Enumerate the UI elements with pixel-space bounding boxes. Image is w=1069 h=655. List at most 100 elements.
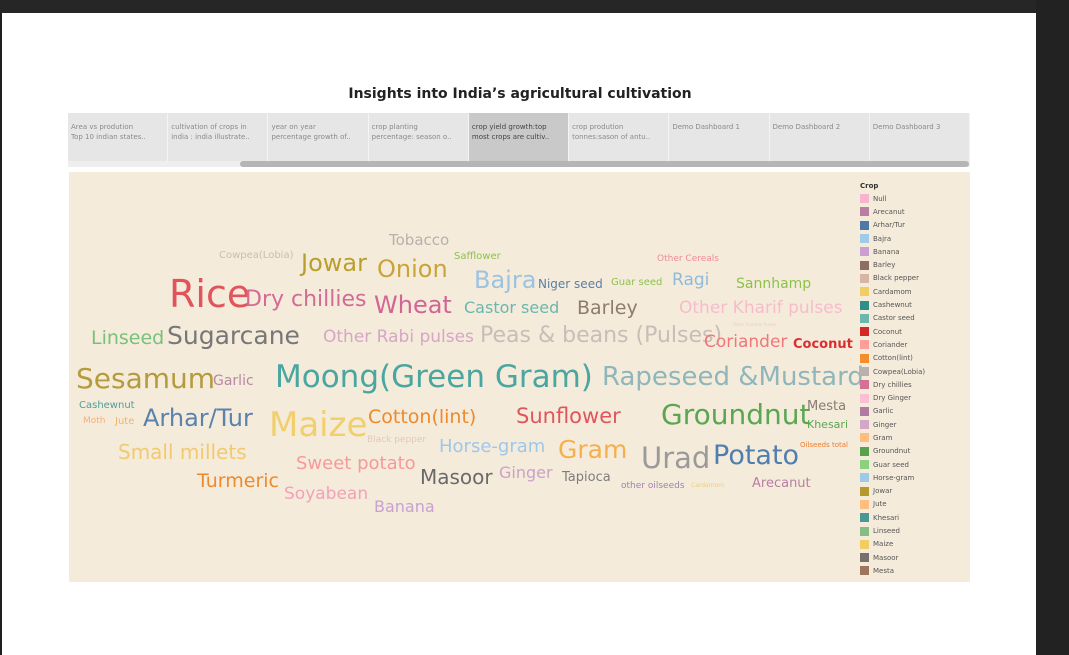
- word-banana[interactable]: Banana: [374, 499, 435, 515]
- legend-item[interactable]: Cowpea(Lobia): [860, 365, 968, 378]
- word-cashewnut[interactable]: Cashewnut: [79, 401, 135, 411]
- legend-item[interactable]: Banana: [860, 245, 968, 258]
- legend-item[interactable]: Jowar: [860, 485, 968, 498]
- word-niger-seed[interactable]: Niger seed: [538, 278, 603, 290]
- word-potato[interactable]: Potato: [713, 442, 799, 469]
- word-ragi[interactable]: Ragi: [672, 272, 709, 289]
- word-oilseeds-total[interactable]: Oilseeds total: [800, 442, 848, 449]
- word-cowpea[interactable]: Cowpea(Lobia): [219, 251, 293, 261]
- word-khesari[interactable]: Khesari: [807, 419, 848, 430]
- legend-item[interactable]: Cashewnut: [860, 298, 968, 311]
- legend-item[interactable]: Maize: [860, 538, 968, 551]
- word-gram[interactable]: Gram: [558, 437, 627, 462]
- word-rapeseed-mustard[interactable]: Rapeseed &Mustard: [602, 364, 864, 390]
- tab-demo-dashboard-3[interactable]: Demo Dashboard 3: [869, 113, 970, 163]
- legend-item[interactable]: Arecanut: [860, 205, 968, 218]
- word-ginger[interactable]: Ginger: [499, 465, 553, 481]
- word-arhar-tur[interactable]: Arhar/Tur: [143, 406, 253, 430]
- word-onion[interactable]: Onion: [377, 257, 448, 281]
- legend-item[interactable]: Coconut: [860, 325, 968, 338]
- legend-item[interactable]: Cotton(lint): [860, 352, 968, 365]
- legend-swatch: [860, 513, 869, 523]
- legend-item[interactable]: Garlic: [860, 405, 968, 418]
- tab-sublabel: tonnes:sason of antu..: [572, 133, 651, 141]
- tab-crop-yield-growth[interactable]: crop yield growth:top most crops are cult…: [468, 113, 570, 163]
- tab-demo-dashboard-1[interactable]: Demo Dashboard 1: [669, 113, 770, 163]
- tab-cultivation-of-crops[interactable]: cultivation of crops in india : india ill…: [168, 113, 269, 163]
- word-coconut[interactable]: Coconut: [793, 338, 853, 351]
- legend-item[interactable]: Gram: [860, 431, 968, 444]
- legend-item[interactable]: Cardamom: [860, 285, 968, 298]
- word-sweet-potato[interactable]: Sweet potato: [296, 455, 416, 473]
- word-cardamom[interactable]: Cardamom: [691, 483, 724, 489]
- word-cotton-lint[interactable]: Cotton(lint): [368, 408, 476, 427]
- legend-label: Cardamom: [873, 287, 912, 296]
- word-masoor[interactable]: Masoor: [420, 467, 493, 487]
- word-wheat[interactable]: Wheat: [374, 293, 452, 317]
- legend-item[interactable]: Jute: [860, 498, 968, 511]
- word-castor-seed[interactable]: Castor seed: [464, 300, 559, 316]
- word-horse-gram[interactable]: Horse-gram: [439, 438, 545, 456]
- word-tobacco[interactable]: Tobacco: [389, 233, 449, 248]
- word-sugarcane[interactable]: Sugarcane: [167, 323, 300, 348]
- word-other-cereals[interactable]: Other Cereals: [657, 255, 719, 264]
- word-arecanut[interactable]: Arecanut: [752, 477, 811, 490]
- word-sunflower[interactable]: Sunflower: [516, 406, 621, 427]
- tab-area-vs-production[interactable]: Area vs prodution Top 10 indian states..: [68, 113, 169, 163]
- legend-item[interactable]: Masoor: [860, 551, 968, 564]
- word-moth[interactable]: Moth: [83, 417, 106, 426]
- tab-demo-dashboard-2[interactable]: Demo Dashboard 2: [769, 113, 870, 163]
- word-soyabean[interactable]: Soyabean: [284, 486, 368, 503]
- legend-item[interactable]: Linseed: [860, 524, 968, 537]
- word-sesamum[interactable]: Sesamum: [76, 365, 215, 393]
- legend-item[interactable]: Guar seed: [860, 458, 968, 471]
- word-maize[interactable]: Maize: [269, 408, 367, 442]
- tab-crop-planting[interactable]: crop planting percentage: season o..: [368, 113, 469, 163]
- legend-item[interactable]: Castor seed: [860, 312, 968, 325]
- word-safflower[interactable]: Safflower: [454, 252, 501, 262]
- word-turmeric[interactable]: Turmeric: [197, 472, 279, 491]
- word-rice[interactable]: Rice: [169, 275, 250, 313]
- word-small-millets[interactable]: Small millets: [118, 442, 247, 462]
- legend-item[interactable]: Null: [860, 192, 968, 205]
- word-moong[interactable]: Moong(Green Gram): [275, 362, 593, 393]
- word-guar-seed[interactable]: Guar seed: [611, 278, 662, 288]
- legend-item[interactable]: Black pepper: [860, 272, 968, 285]
- legend-swatch: [860, 300, 869, 310]
- word-sannhamp[interactable]: Sannhamp: [736, 277, 811, 291]
- word-mesta[interactable]: Mesta: [807, 400, 846, 413]
- word-jute[interactable]: Jute: [115, 417, 134, 427]
- word-urad[interactable]: Urad: [641, 444, 710, 473]
- tab-year-on-year[interactable]: year on year percentage growth of..: [268, 113, 369, 163]
- tab-scrollbar-thumb[interactable]: [240, 161, 969, 167]
- word-other-oilseeds[interactable]: other oilseeds: [621, 482, 685, 491]
- legend-item[interactable]: Horse-gram: [860, 471, 968, 484]
- word-other-summer-pulses[interactable]: Other Summer Pulses: [733, 323, 777, 327]
- word-black-pepper[interactable]: Black pepper: [367, 436, 426, 445]
- word-other-kharif-pulses[interactable]: Other Kharif pulses: [679, 300, 843, 317]
- legend-item[interactable]: Mesta: [860, 564, 968, 577]
- word-linseed[interactable]: Linseed: [91, 329, 164, 348]
- word-bajra[interactable]: Bajra: [474, 268, 536, 292]
- legend-item[interactable]: Arhar/Tur: [860, 219, 968, 232]
- word-tapioca[interactable]: Tapioca: [562, 471, 611, 484]
- legend-item[interactable]: Groundnut: [860, 445, 968, 458]
- word-groundnut[interactable]: Groundnut: [661, 401, 810, 429]
- legend-item[interactable]: Barley: [860, 258, 968, 271]
- word-peas-beans[interactable]: Peas & beans (Pulses): [480, 325, 722, 347]
- legend-item[interactable]: Khesari: [860, 511, 968, 524]
- word-jowar[interactable]: Jowar: [301, 251, 367, 275]
- word-barley[interactable]: Barley: [577, 299, 638, 318]
- legend-item[interactable]: Dry chillies: [860, 378, 968, 391]
- legend-item[interactable]: Dry Ginger: [860, 391, 968, 404]
- tab-crop-production[interactable]: crop prodution tonnes:sason of antu..: [569, 113, 670, 163]
- word-coriander[interactable]: Coriander: [704, 334, 787, 351]
- legend-item[interactable]: Ginger: [860, 418, 968, 431]
- word-garlic[interactable]: Garlic: [213, 374, 254, 388]
- word-dry-chillies[interactable]: Dry chillies: [245, 289, 366, 311]
- word-other-rabi-pulses[interactable]: Other Rabi pulses: [323, 329, 474, 346]
- legend-item[interactable]: Bajra: [860, 232, 968, 245]
- legend-label: Arecanut: [873, 207, 905, 216]
- legend-label: Cashewnut: [873, 301, 912, 310]
- legend-item[interactable]: Coriander: [860, 338, 968, 351]
